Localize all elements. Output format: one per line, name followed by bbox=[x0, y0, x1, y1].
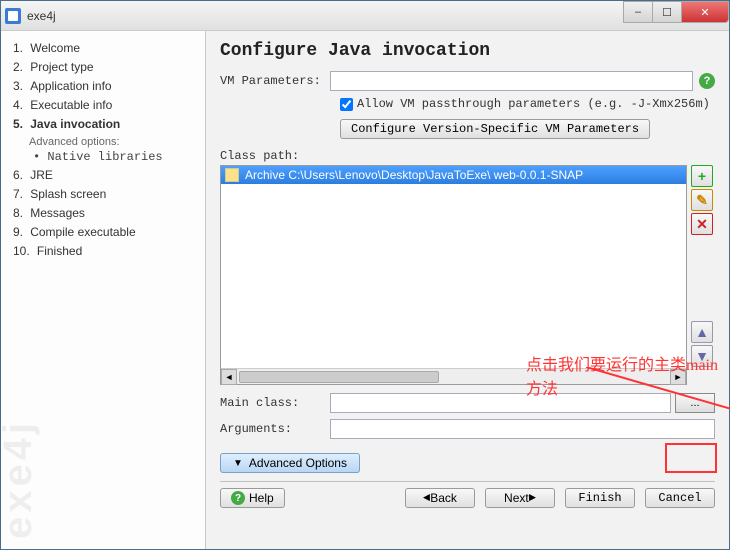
back-button[interactable]: ◄ Back bbox=[405, 488, 475, 508]
close-button[interactable]: ✕ bbox=[681, 1, 729, 23]
window: exe4j – ☐ ✕ 1. Welcome 2. Project type 3… bbox=[0, 0, 730, 550]
main-class-label: Main class: bbox=[220, 396, 330, 410]
sidebar-item-project-type[interactable]: 2. Project type bbox=[13, 58, 205, 77]
annotation-highlight bbox=[665, 443, 717, 473]
content: 1. Welcome 2. Project type 3. Applicatio… bbox=[1, 31, 729, 549]
next-button[interactable]: Next ► bbox=[485, 488, 555, 508]
help-button[interactable]: ? Help bbox=[220, 488, 285, 508]
sidebar-native-libraries[interactable]: • Native libraries bbox=[13, 148, 205, 166]
arguments-label: Arguments: bbox=[220, 422, 330, 436]
classpath-label: Class path: bbox=[220, 149, 715, 163]
arguments-row: Arguments: bbox=[220, 419, 715, 439]
allow-passthrough-label[interactable]: Allow VM passthrough parameters (e.g. -J… bbox=[357, 97, 710, 111]
maximize-button[interactable]: ☐ bbox=[652, 1, 682, 23]
annotation-text: 点击我们要运行的主类main方法 bbox=[526, 351, 729, 399]
move-up-button[interactable]: ▲ bbox=[691, 321, 713, 343]
scroll-left-icon[interactable]: ◄ bbox=[221, 369, 237, 385]
sidebar-item-messages[interactable]: 8. Messages bbox=[13, 204, 205, 223]
finish-button[interactable]: Finish bbox=[565, 488, 635, 508]
window-title: exe4j bbox=[27, 9, 56, 23]
classpath-entry[interactable]: Archive C:\Users\Lenovo\Desktop\JavaToEx… bbox=[221, 166, 686, 184]
separator bbox=[220, 481, 715, 482]
sidebar-item-application-info[interactable]: 3. Application info bbox=[13, 77, 205, 96]
chevron-down-icon: ▼ bbox=[233, 458, 243, 469]
classpath-entry-text: Archive C:\Users\Lenovo\Desktop\JavaToEx… bbox=[245, 168, 583, 182]
allow-passthrough-checkbox[interactable] bbox=[340, 98, 353, 111]
window-buttons: – ☐ ✕ bbox=[624, 1, 729, 23]
vm-params-row: VM Parameters: ? bbox=[220, 71, 715, 91]
help-icon[interactable]: ? bbox=[699, 73, 715, 89]
config-version-row: Configure Version-Specific VM Parameters bbox=[340, 119, 715, 139]
sidebar-item-executable-info[interactable]: 4. Executable info bbox=[13, 96, 205, 115]
sidebar-item-java-invocation[interactable]: 5. Java invocation bbox=[13, 115, 205, 134]
cancel-button[interactable]: Cancel bbox=[645, 488, 715, 508]
classpath-top-tools: + ✎ ✕ bbox=[691, 165, 715, 235]
sidebar: 1. Welcome 2. Project type 3. Applicatio… bbox=[1, 31, 206, 549]
bottom-bar: ? Help ◄ Back Next ► Finish Cancel bbox=[220, 488, 715, 508]
sidebar-item-welcome[interactable]: 1. Welcome bbox=[13, 39, 205, 58]
sidebar-advanced-head: Advanced options: bbox=[13, 134, 205, 148]
arguments-input[interactable] bbox=[330, 419, 715, 439]
sidebar-item-jre[interactable]: 6. JRE bbox=[13, 166, 205, 185]
page-heading: Configure Java invocation bbox=[220, 41, 715, 61]
app-icon bbox=[5, 8, 21, 24]
add-button[interactable]: + bbox=[691, 165, 713, 187]
main-panel: Configure Java invocation VM Parameters:… bbox=[206, 31, 729, 549]
sidebar-item-finished[interactable]: 10. Finished bbox=[13, 242, 205, 261]
config-version-button[interactable]: Configure Version-Specific VM Parameters bbox=[340, 119, 650, 139]
titlebar: exe4j – ☐ ✕ bbox=[1, 1, 729, 31]
delete-button[interactable]: ✕ bbox=[691, 213, 713, 235]
minimize-button[interactable]: – bbox=[623, 1, 653, 23]
vm-params-label: VM Parameters: bbox=[220, 74, 330, 88]
edit-button[interactable]: ✎ bbox=[691, 189, 713, 211]
watermark: exe4j bbox=[0, 419, 41, 539]
scroll-thumb[interactable] bbox=[239, 371, 439, 383]
vm-params-input[interactable] bbox=[330, 71, 693, 91]
archive-icon bbox=[225, 168, 239, 182]
allow-passthrough-row: Allow VM passthrough parameters (e.g. -J… bbox=[220, 97, 715, 111]
advanced-options-button[interactable]: ▼ Advanced Options bbox=[220, 453, 360, 473]
sidebar-item-splash[interactable]: 7. Splash screen bbox=[13, 185, 205, 204]
help-icon: ? bbox=[231, 491, 245, 505]
sidebar-item-compile[interactable]: 9. Compile executable bbox=[13, 223, 205, 242]
